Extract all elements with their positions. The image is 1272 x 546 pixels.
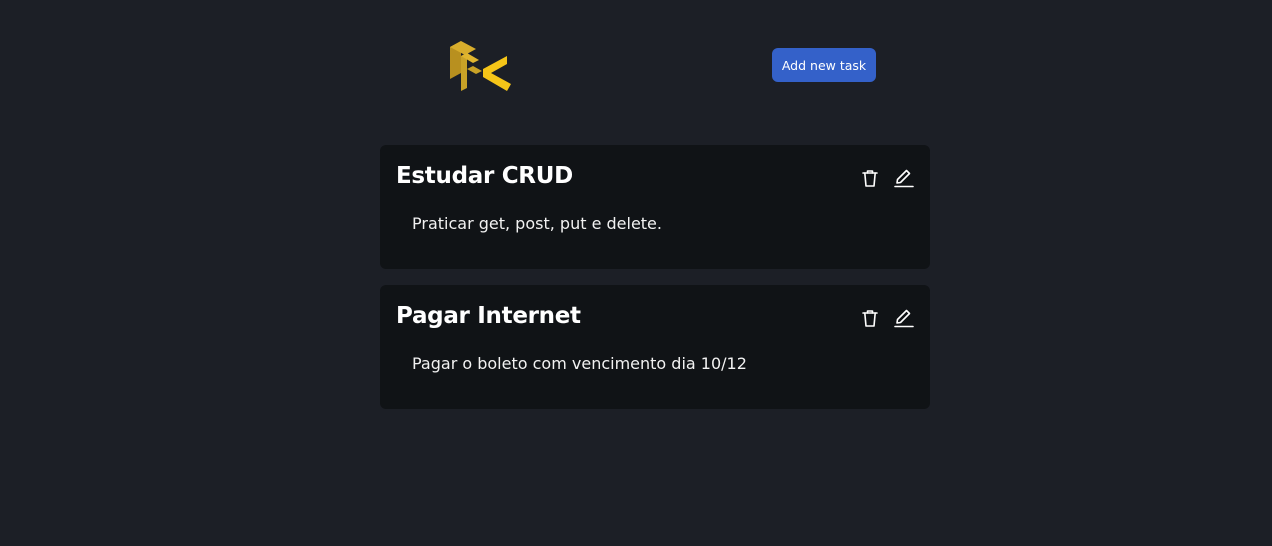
trash-icon[interactable] [860, 168, 880, 188]
add-new-task-button[interactable]: Add new task [772, 48, 876, 82]
task-description: Praticar get, post, put e delete. [412, 214, 662, 233]
task-card: Estudar CRUD Praticar get, post, put e d… [380, 145, 930, 269]
task-list: Estudar CRUD Praticar get, post, put e d… [380, 145, 930, 425]
pencil-icon[interactable] [894, 308, 914, 328]
task-description: Pagar o boleto com vencimento dia 10/12 [412, 354, 747, 373]
task-actions [860, 168, 914, 188]
pencil-icon[interactable] [894, 168, 914, 188]
task-title: Pagar Internet [396, 303, 581, 329]
header: Add new task [0, 0, 1272, 110]
trash-icon[interactable] [860, 308, 880, 328]
fk-logo-icon [447, 33, 513, 93]
task-card: Pagar Internet Pagar o boleto com vencim… [380, 285, 930, 409]
task-actions [860, 308, 914, 328]
task-title: Estudar CRUD [396, 163, 573, 189]
